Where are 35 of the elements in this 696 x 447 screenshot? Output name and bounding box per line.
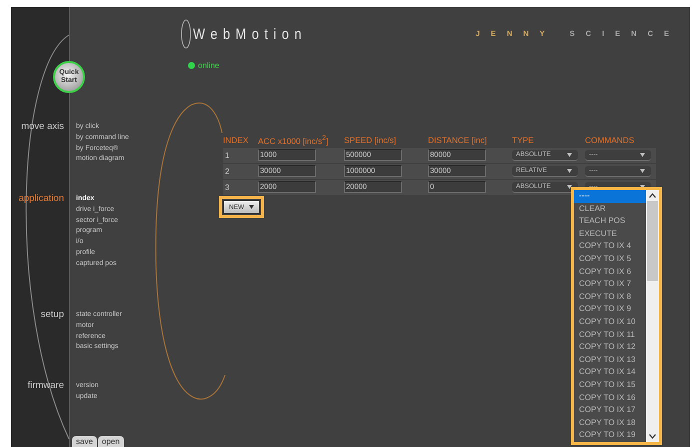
column-header: COMMANDS: [585, 135, 636, 147]
dropdown-option[interactable]: COPY TO IX 11: [574, 328, 646, 342]
dropdown-option[interactable]: COPY TO IX 7: [574, 278, 646, 291]
dropdown-option[interactable]: COPY TO IX 18: [574, 416, 646, 430]
dropdown-option[interactable]: COPY TO IX 14: [574, 366, 646, 379]
dropdown-option[interactable]: ----: [574, 190, 646, 203]
dropdown-option[interactable]: COPY TO IX 4: [574, 240, 646, 253]
section-label[interactable]: setup: [11, 309, 69, 320]
status-label: online: [198, 61, 220, 70]
table-cell: 3: [223, 180, 258, 195]
dropdown-option[interactable]: COPY TO IX 5: [574, 252, 646, 266]
dropdown-option[interactable]: COPY TO IX 15: [574, 378, 646, 392]
logo-text: WebMotion: [193, 26, 307, 42]
footer-button[interactable]: open: [98, 436, 124, 447]
dropdown-option[interactable]: COPY TO IX 9: [574, 303, 646, 316]
table-cell: 2: [223, 164, 258, 179]
dropdown-option[interactable]: COPY TO IX 6: [574, 266, 646, 278]
dropdown-option[interactable]: COPY TO IX 16: [574, 392, 646, 404]
column-header: ACC x1000 [inc/s$^{2}$]: [258, 135, 330, 147]
dropdown-option[interactable]: TEACH POS: [574, 215, 646, 228]
column-header: DISTANCE [inc]: [428, 135, 488, 147]
table-cell: 1: [223, 148, 258, 163]
dropdown-option[interactable]: CLEAR: [574, 202, 646, 216]
column-header: INDEX: [223, 135, 250, 147]
dropdown-option[interactable]: COPY TO IX 10: [574, 316, 646, 329]
dropdown-option[interactable]: COPY TO IX 13: [574, 354, 646, 366]
footer-button[interactable]: save: [72, 436, 97, 447]
dropdown-option[interactable]: COPY TO IX 17: [574, 404, 646, 417]
column-header: TYPE: [512, 135, 535, 147]
dropdown-option[interactable]: COPY TO IX 19: [574, 429, 646, 442]
column-header: SPEED [inc/s]: [344, 135, 398, 147]
dropdown-option[interactable]: COPY TO IX 12: [574, 341, 646, 354]
dropdown-option[interactable]: EXECUTE: [574, 228, 646, 240]
section-label[interactable]: application: [11, 193, 69, 204]
dropdown-option[interactable]: COPY TO IX 8: [574, 290, 646, 304]
